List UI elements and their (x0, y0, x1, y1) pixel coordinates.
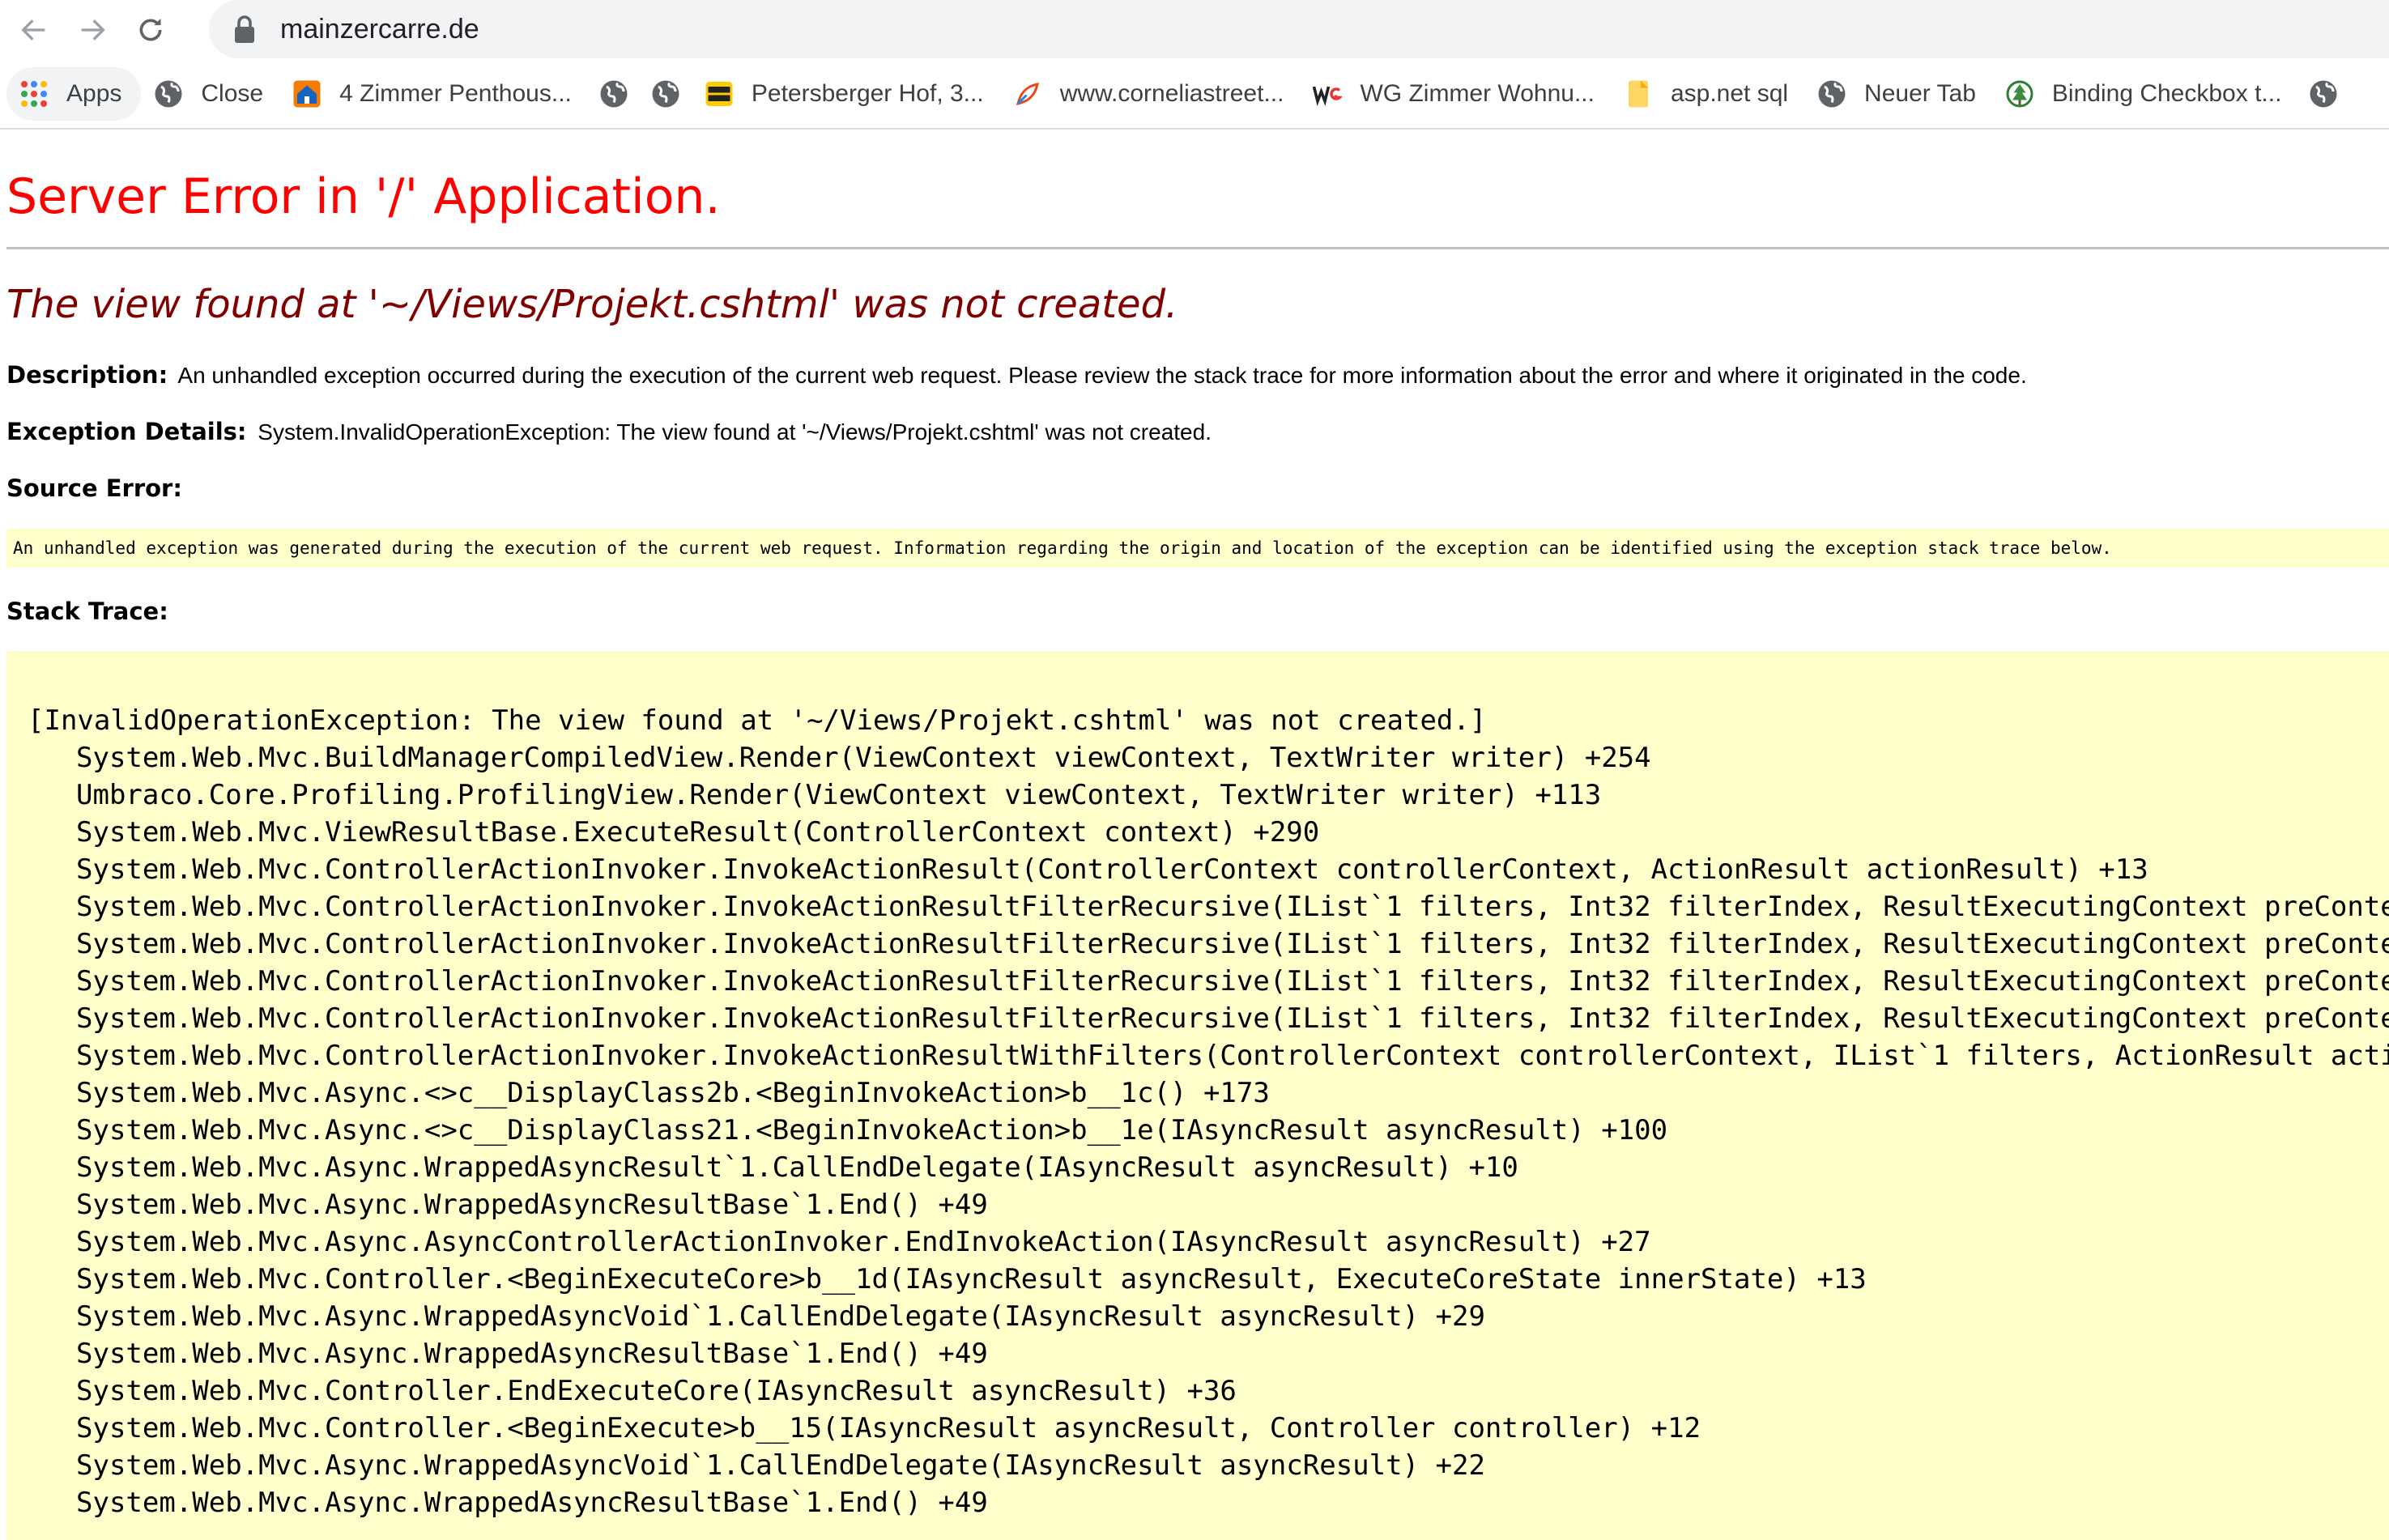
back-button[interactable] (10, 6, 58, 54)
immowelt-icon (705, 79, 734, 108)
exception-details-text: System.InvalidOperationException: The vi… (258, 419, 1212, 445)
bookmark-label: Neuer Tab (1864, 80, 1976, 107)
stack-frame: System.Web.Mvc.Async.<>c__DisplayClass2b… (76, 1077, 1270, 1109)
stack-frame: System.Web.Mvc.Async.WrappedAsyncResultB… (76, 1189, 988, 1221)
bookmark-label: 4 Zimmer Penthous... (339, 80, 572, 107)
apps-grid-icon (19, 79, 49, 108)
back-arrow-icon (21, 19, 45, 40)
page-content: Server Error in '/' Application. The vie… (0, 130, 2389, 1540)
stack-trace-box: [InvalidOperationException: The view fou… (6, 651, 2389, 1540)
description-row: Description: An unhandled exception occu… (6, 361, 2027, 389)
exception-details-label: Exception Details: (6, 418, 247, 445)
forward-button[interactable] (68, 6, 117, 54)
stack-trace-label: Stack Trace: (6, 598, 168, 625)
bookmark-binding-checkbox[interactable]: Binding Checkbox t... (1992, 67, 2298, 121)
forward-arrow-icon (81, 19, 105, 40)
stack-frame: System.Web.Mvc.Async.<>c__DisplayClass21… (76, 1114, 1668, 1146)
bookmark-label: Binding Checkbox t... (2051, 80, 2282, 107)
lock-icon (235, 15, 254, 43)
stack-frame: System.Web.Mvc.Controller.<BeginExecute>… (76, 1412, 1701, 1444)
source-error-box: An unhandled exception was generated dur… (6, 529, 2389, 568)
bookmark-label: Petersberger Hof, 3... (751, 80, 984, 107)
globe-icon (599, 79, 628, 108)
globe-icon (2309, 79, 2338, 108)
stack-frame: System.Web.Mvc.Async.WrappedAsyncResultB… (76, 1338, 988, 1370)
description-text: An unhandled exception occurred during t… (177, 363, 2027, 388)
bookmark-label: asp.net sql (1670, 80, 1789, 107)
browser-window: mainzercarre.de Apps Close 4 Zimmer Pent… (0, 0, 2389, 1540)
stack-frame: System.Web.Mvc.ControllerActionInvoker.I… (76, 1002, 2389, 1035)
bookmark-petersberger-hof[interactable]: Petersberger Hof, 3... (692, 67, 1000, 121)
globe-icon (154, 79, 183, 108)
divider (6, 247, 2389, 249)
stack-frame: System.Web.Mvc.Async.WrappedAsyncVoid`1.… (76, 1449, 1485, 1482)
stack-frame: System.Web.Mvc.ControllerActionInvoker.I… (76, 965, 2389, 998)
bookmark-label: WG Zimmer Wohnu... (1360, 80, 1595, 107)
bookmark-neuer-tab[interactable]: Neuer Tab (1804, 67, 1992, 121)
error-heading: The view found at '~/Views/Projekt.cshtm… (6, 282, 1178, 327)
bookmark-asp-net-sql[interactable]: asp.net sql (1611, 67, 1804, 121)
stack-frame: System.Web.Mvc.Async.WrappedAsyncResultB… (76, 1487, 988, 1519)
bookmark-corneliastreet[interactable]: www.corneliastreet... (1000, 67, 1301, 121)
browser-toolbar: mainzercarre.de (0, 0, 2389, 60)
stack-frame: System.Web.Mvc.ViewResultBase.ExecuteRes… (76, 816, 1320, 849)
bookmark-label: Close (201, 80, 264, 107)
stack-frame: System.Web.Mvc.Async.WrappedAsyncVoid`1.… (76, 1300, 1485, 1333)
source-error-text: An unhandled exception was generated dur… (13, 538, 2112, 558)
note-icon (1624, 79, 1653, 108)
globe-icon (1817, 79, 1846, 108)
reload-button[interactable] (126, 6, 175, 54)
stack-frame: System.Web.Mvc.ControllerActionInvoker.I… (76, 853, 2148, 886)
stack-frame: System.Web.Mvc.Async.WrappedAsyncResult`… (76, 1151, 1518, 1184)
stack-frame: System.Web.Mvc.ControllerActionInvoker.I… (76, 891, 2389, 923)
address-bar[interactable]: mainzercarre.de (209, 0, 2389, 58)
stack-frame: System.Web.Mvc.Controller.<BeginExecuteC… (76, 1263, 1867, 1295)
stack-frame: System.Web.Mvc.BuildManagerCompiledView.… (76, 742, 1651, 774)
bookmark-apps[interactable]: Apps (6, 67, 142, 121)
pen-icon (1013, 79, 1042, 108)
bookmark-wg-zimmer[interactable]: WG Zimmer Wohnu... (1300, 67, 1610, 121)
stack-trace-header: [InvalidOperationException: The view fou… (28, 704, 1487, 737)
page-title: Server Error in '/' Application. (6, 168, 721, 225)
stack-frame: System.Web.Mvc.Controller.EndExecuteCore… (76, 1375, 1237, 1407)
source-error-label: Source Error: (6, 474, 182, 502)
bookmark-globe-3[interactable] (2297, 67, 2349, 121)
bookmark-close[interactable]: Close (141, 67, 279, 121)
stack-frame: System.Web.Mvc.Async.AsyncControllerActi… (76, 1226, 1651, 1258)
stack-frame: System.Web.Mvc.ControllerActionInvoker.I… (76, 928, 2389, 960)
address-url[interactable]: mainzercarre.de (280, 14, 479, 45)
stack-frame: System.Web.Mvc.ControllerActionInvoker.I… (76, 1040, 2389, 1072)
description-label: Description: (6, 361, 168, 389)
bookmark-label: www.corneliastreet... (1059, 80, 1284, 107)
bookmarks-bar: Apps Close 4 Zimmer Penthous... Petersbe… (0, 60, 2389, 130)
wg-icon (1313, 79, 1343, 108)
globe-icon (651, 79, 680, 108)
bookmark-label: Apps (66, 80, 122, 107)
bookmark-globe-1[interactable] (588, 67, 640, 121)
stack-frame: Umbraco.Core.Profiling.ProfilingView.Ren… (76, 779, 1602, 811)
bookmark-penthouse[interactable]: 4 Zimmer Penthous... (279, 67, 588, 121)
reload-icon (139, 18, 162, 41)
exception-details-row: Exception Details: System.InvalidOperati… (6, 418, 1212, 445)
bookmark-globe-2[interactable] (640, 67, 692, 121)
tree-icon (2005, 79, 2034, 108)
house-icon (292, 79, 322, 108)
